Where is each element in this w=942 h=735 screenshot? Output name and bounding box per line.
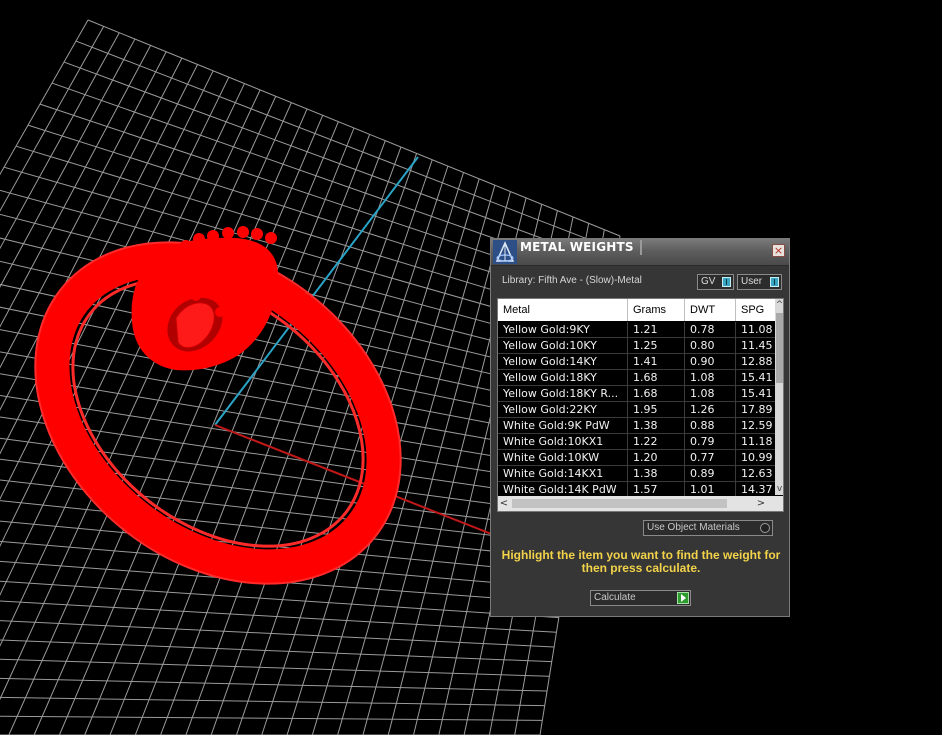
metal-cell: Yellow Gold:14KY bbox=[498, 354, 628, 369]
vertical-scroll-thumb[interactable] bbox=[776, 313, 783, 383]
dwt-cell: 0.88 bbox=[685, 418, 736, 433]
grams-cell: 1.68 bbox=[628, 370, 685, 385]
spg-cell: 12.88 bbox=[741, 355, 773, 368]
grams-cell: 1.25 bbox=[628, 338, 685, 353]
user-select-label: User bbox=[741, 276, 763, 287]
metal-weights-dialog: METAL WEIGHTS × Library: Fifth Ave - (Sl… bbox=[490, 238, 790, 617]
calculate-label: Calculate bbox=[594, 592, 636, 603]
metal-cell: Yellow Gold:9KY bbox=[498, 322, 628, 337]
vertical-scrollbar[interactable]: ^ v bbox=[775, 299, 783, 495]
app-logo-icon bbox=[493, 240, 517, 264]
dwt-cell: 0.77 bbox=[685, 450, 736, 465]
grams-cell: 1.95 bbox=[628, 402, 685, 417]
scroll-right-arrow[interactable]: > bbox=[755, 496, 767, 511]
dwt-cell: 0.90 bbox=[685, 354, 736, 369]
spg-cell: 15.41 bbox=[741, 387, 773, 400]
dwt-cell: 1.08 bbox=[685, 370, 736, 385]
dialog-title: METAL WEIGHTS bbox=[520, 240, 642, 255]
table-row[interactable]: Yellow Gold:9KY 1.21 0.78 11.08 bbox=[498, 322, 775, 338]
table-header: Metal Grams DWT SPG bbox=[498, 299, 775, 321]
table-row[interactable]: White Gold:10KX1 1.22 0.79 11.18 bbox=[498, 434, 775, 450]
table-row[interactable]: White Gold:14KX1 1.38 0.89 12.63 bbox=[498, 466, 775, 482]
library-label: Library: Fifth Ave - (Slow)-Metal bbox=[502, 275, 642, 286]
metal-cell: White Gold:9K PdW bbox=[498, 418, 628, 433]
spg-cell: 12.59 bbox=[741, 419, 773, 432]
scroll-down-arrow[interactable]: v bbox=[775, 483, 783, 495]
spg-cell: 14.37 bbox=[741, 483, 773, 496]
dropdown-tick-icon bbox=[770, 277, 779, 287]
viewport-background bbox=[0, 0, 942, 735]
metal-table: Metal Grams DWT SPG Yellow Gold:9KY 1.21 0… bbox=[497, 298, 784, 512]
horizontal-scrollbar[interactable]: < > bbox=[498, 496, 783, 511]
dwt-cell: 1.01 bbox=[685, 482, 736, 497]
gv-select-label: GV bbox=[701, 276, 716, 287]
user-select[interactable]: User bbox=[737, 274, 782, 290]
metal-cell: White Gold:14K PdW bbox=[498, 482, 628, 497]
table-row[interactable]: Yellow Gold:22KY 1.95 1.26 17.89 bbox=[498, 402, 775, 418]
grams-cell: 1.57 bbox=[628, 482, 685, 497]
grams-cell: 1.21 bbox=[628, 322, 685, 337]
gv-select[interactable]: GV bbox=[697, 274, 734, 290]
dropdown-tick-icon bbox=[722, 277, 731, 287]
spg-cell: 10.99 bbox=[741, 451, 773, 464]
column-header-grams[interactable]: Grams bbox=[628, 299, 685, 321]
table-row[interactable]: Yellow Gold:10KY 1.25 0.80 11.45 bbox=[498, 338, 775, 354]
grams-cell: 1.22 bbox=[628, 434, 685, 449]
dwt-cell: 0.79 bbox=[685, 434, 736, 449]
spg-cell: 11.08 bbox=[741, 323, 773, 336]
metal-cell: Yellow Gold:18KY bbox=[498, 370, 628, 385]
grams-cell: 1.38 bbox=[628, 466, 685, 481]
spg-cell: 11.18 bbox=[741, 435, 773, 448]
dwt-cell: 0.89 bbox=[685, 466, 736, 481]
calculate-button[interactable]: Calculate bbox=[590, 590, 691, 606]
metal-cell: Yellow Gold:10KY bbox=[498, 338, 628, 353]
metal-cell: White Gold:10KX1 bbox=[498, 434, 628, 449]
column-header-dwt[interactable]: DWT bbox=[685, 299, 736, 321]
metal-cell: White Gold:14KX1 bbox=[498, 466, 628, 481]
radio-icon[interactable] bbox=[760, 523, 770, 533]
dwt-cell: 0.78 bbox=[685, 322, 736, 337]
dwt-cell: 0.80 bbox=[685, 338, 736, 353]
metal-cell: White Gold:10KW bbox=[498, 450, 628, 465]
table-rows: Yellow Gold:9KY 1.21 0.78 11.08 Yellow Gold:… bbox=[498, 322, 775, 498]
table-row[interactable]: Yellow Gold:18KY 1.68 1.08 15.41 bbox=[498, 370, 775, 386]
grams-cell: 1.20 bbox=[628, 450, 685, 465]
column-header-metal[interactable]: Metal bbox=[498, 299, 628, 321]
table-row[interactable]: Yellow Gold:18KY R... 1.68 1.08 15.41 bbox=[498, 386, 775, 402]
grams-cell: 1.68 bbox=[628, 386, 685, 401]
play-arrow-icon[interactable] bbox=[677, 592, 689, 604]
spg-cell: 12.63 bbox=[741, 467, 773, 480]
grams-cell: 1.41 bbox=[628, 354, 685, 369]
3d-viewport[interactable] bbox=[0, 0, 942, 735]
horizontal-scroll-thumb[interactable] bbox=[512, 499, 727, 508]
spg-cell: 15.41 bbox=[741, 371, 773, 384]
metal-cell: Yellow Gold:22KY bbox=[498, 402, 628, 417]
use-object-materials-option[interactable]: Use Object Materials bbox=[643, 520, 773, 536]
spg-cell: 11.45 bbox=[741, 339, 773, 352]
use-object-materials-label: Use Object Materials bbox=[647, 522, 740, 533]
dwt-cell: 1.08 bbox=[685, 386, 736, 401]
table-row[interactable]: White Gold:10KW 1.20 0.77 10.99 bbox=[498, 450, 775, 466]
scroll-left-arrow[interactable]: < bbox=[498, 496, 510, 511]
dialog-titlebar[interactable]: METAL WEIGHTS × bbox=[491, 239, 789, 266]
scroll-up-arrow[interactable]: ^ bbox=[775, 299, 783, 311]
instruction-text: Highlight the item you want to find the … bbox=[501, 548, 781, 575]
spg-cell: 17.89 bbox=[741, 403, 773, 416]
column-header-spg[interactable]: SPG bbox=[736, 299, 775, 321]
metal-cell: Yellow Gold:18KY R... bbox=[498, 386, 628, 401]
table-row[interactable]: Yellow Gold:14KY 1.41 0.90 12.88 bbox=[498, 354, 775, 370]
grams-cell: 1.38 bbox=[628, 418, 685, 433]
close-icon[interactable]: × bbox=[772, 244, 785, 257]
table-row[interactable]: White Gold:9K PdW 1.38 0.88 12.59 bbox=[498, 418, 775, 434]
dwt-cell: 1.26 bbox=[685, 402, 736, 417]
